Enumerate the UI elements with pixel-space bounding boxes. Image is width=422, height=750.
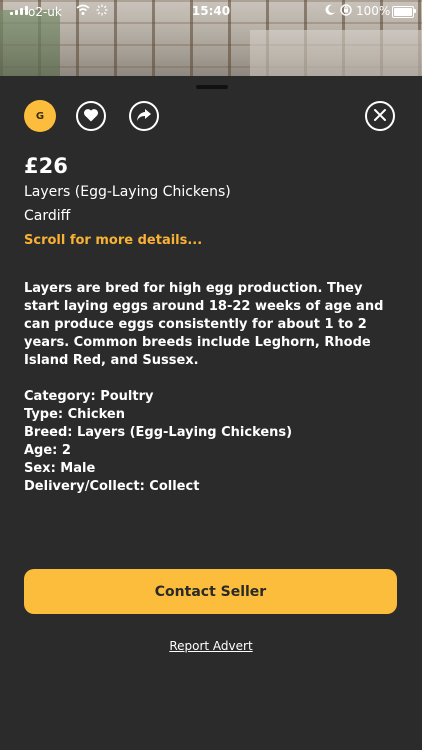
battery-icon xyxy=(392,6,414,18)
listing-title: Layers (Egg-Laying Chickens) xyxy=(24,184,231,200)
listing-description: Layers are bred for high egg production.… xyxy=(24,281,384,368)
share-icon xyxy=(136,107,152,126)
battery-percentage: 100% xyxy=(356,4,391,18)
listing-location: Cardiff xyxy=(24,208,71,224)
listing-detail-sheet: G £26 Layers (Egg-Laying Chickens) Cardi… xyxy=(0,76,422,750)
status-bar: o2-uk 15:40 100% xyxy=(0,0,422,24)
favorite-button[interactable] xyxy=(76,101,106,131)
detail-age: Age: 2 xyxy=(24,443,71,458)
seller-avatar[interactable]: G xyxy=(24,100,56,132)
moon-icon xyxy=(324,4,336,19)
contact-seller-button[interactable]: Contact Seller xyxy=(24,569,397,614)
detail-sex: Sex: Male xyxy=(24,461,96,476)
detail-breed: Breed: Layers (Egg-Laying Chickens) xyxy=(24,425,293,440)
rotation-lock-icon xyxy=(340,4,352,19)
detail-category: Category: Poultry xyxy=(24,389,154,404)
listing-price: £26 xyxy=(24,154,68,178)
close-button[interactable] xyxy=(365,101,395,131)
listing-details: Category: Poultry Type: Chicken Breed: L… xyxy=(24,388,292,496)
drag-handle[interactable] xyxy=(196,85,228,89)
report-advert-link[interactable]: Report Advert xyxy=(0,639,422,653)
scroll-hint[interactable]: Scroll for more details... xyxy=(24,233,202,248)
detail-delivery: Delivery/Collect: Collect xyxy=(24,479,200,494)
detail-type: Type: Chicken xyxy=(24,407,125,422)
heart-icon xyxy=(83,107,99,126)
close-icon xyxy=(373,107,387,126)
share-button[interactable] xyxy=(129,101,159,131)
